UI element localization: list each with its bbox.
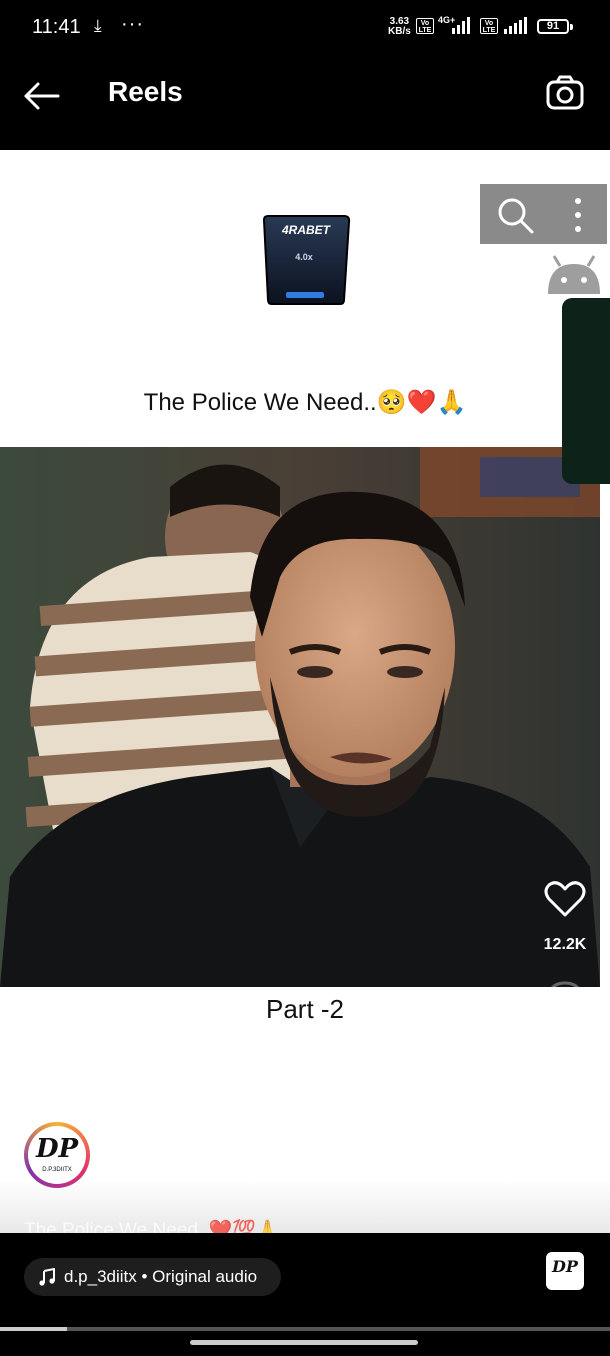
progress-track[interactable] — [0, 1327, 610, 1331]
progress-fill — [0, 1327, 68, 1331]
network-speed-unit: KB/s — [388, 26, 411, 37]
comment-icon[interactable] — [546, 980, 584, 1018]
page-title: Reels — [108, 76, 183, 107]
network-speed: 3.63 KB/s — [388, 17, 411, 37]
signal-icon-2 — [504, 17, 527, 34]
side-preview-thumbnail[interactable] — [562, 298, 610, 484]
camera-icon[interactable] — [540, 70, 590, 118]
likes-count: 12.2K — [543, 936, 587, 953]
audio-thumbnail-initials: DP — [552, 1257, 578, 1276]
avatar-subtext: D.P.3DIITX — [42, 1167, 72, 1173]
volte-icon-2: Vo LTE — [480, 18, 498, 34]
back-arrow-icon[interactable] — [18, 76, 66, 116]
more-dots-icon: ··· — [121, 13, 144, 35]
reel-player[interactable]: 4RABET 4.0x The Police We Need..🥺❤️🙏 Par… — [0, 150, 610, 1233]
sponsor-logo: 4RABET 4.0x — [262, 215, 351, 305]
creator-avatar-inner: DP D.P.3DIITX — [28, 1126, 86, 1184]
sponsor-logo-text: 4RABET — [281, 223, 332, 237]
avatar-initials: DP — [35, 1134, 79, 1164]
download-icon: ⤓ — [94, 16, 102, 35]
comments-count: 5 — [560, 1040, 570, 1057]
android-icon[interactable] — [544, 254, 604, 302]
video-frame[interactable] — [0, 447, 600, 987]
battery-tip — [570, 24, 573, 30]
volte-icon: Vo LTE — [416, 18, 434, 34]
status-time: 11:41 — [32, 16, 81, 38]
like-heart-icon[interactable] — [544, 880, 586, 918]
audio-label: d.p_3diitx • Original audio — [64, 1267, 258, 1286]
creator-avatar[interactable]: DP D.P.3DIITX — [24, 1122, 90, 1188]
home-indicator[interactable] — [190, 1340, 418, 1345]
search-icon[interactable] — [496, 196, 536, 236]
sponsor-logo-multiplier: 4.0x — [295, 252, 313, 262]
part-label: Part -2 — [265, 994, 345, 1024]
shares-count: 74 — [556, 1140, 574, 1157]
app-header — [0, 56, 610, 150]
battery-indicator: 91 — [537, 19, 569, 34]
reel-caption[interactable]: The Police We Need..❤️💯🙏 ... — [24, 1218, 301, 1233]
overlay-toolbar — [480, 184, 607, 244]
reel-title-overlay: The Police We Need..🥺❤️🙏 — [143, 389, 467, 416]
audio-button[interactable]: d.p_3diitx • Original audio — [24, 1258, 282, 1296]
signal-icon — [452, 17, 470, 34]
music-note-icon — [39, 1268, 55, 1286]
kebab-menu-icon[interactable] — [568, 196, 588, 234]
audio-thumbnail[interactable]: DP — [546, 1252, 584, 1290]
